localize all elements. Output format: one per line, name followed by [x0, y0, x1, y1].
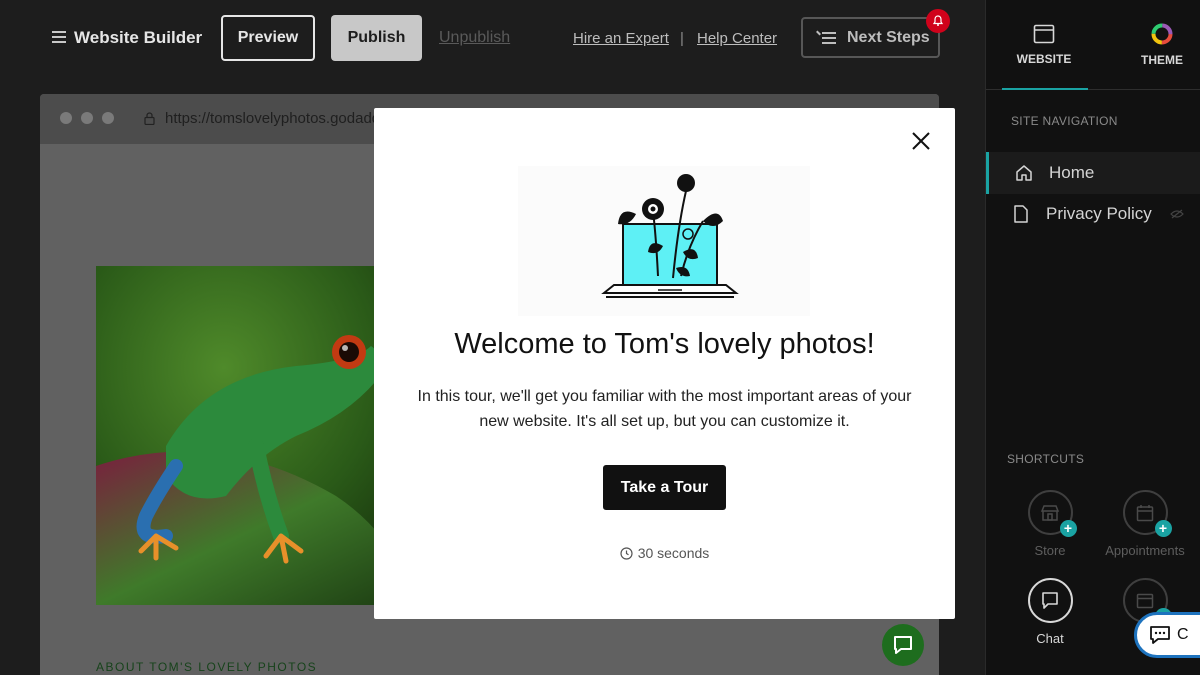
help-center-link[interactable]: Help Center — [697, 30, 777, 47]
shortcut-chat[interactable]: Chat — [1005, 578, 1095, 646]
app-title[interactable]: Website Builder — [74, 28, 202, 48]
publish-button[interactable]: Publish — [331, 15, 422, 61]
lock-icon — [144, 112, 155, 125]
notification-bell-icon[interactable] — [926, 9, 950, 33]
hire-expert-link[interactable]: Hire an Expert — [573, 30, 669, 47]
hamburger-menu-icon[interactable] — [52, 31, 66, 43]
window-dot — [81, 112, 93, 124]
chat-pill-label: C — [1177, 626, 1189, 643]
duration-label: 30 seconds — [637, 545, 710, 561]
home-icon — [1016, 165, 1032, 181]
page-icon — [1014, 205, 1028, 223]
nav-item-label: Home — [1049, 163, 1095, 182]
next-steps-label: Next Steps — [847, 28, 930, 46]
site-chat-button[interactable] — [882, 624, 924, 666]
calendar-icon — [1136, 504, 1154, 521]
chat-bubble-icon — [894, 636, 912, 654]
right-panel: WEBSITE THEME SITE NAVIGATION Home Priva… — [985, 0, 1200, 675]
window-dot — [60, 112, 72, 124]
add-plus-icon: + — [1154, 520, 1172, 537]
modal-title: Welcome to Tom's lovely photos! — [454, 328, 875, 360]
hidden-eye-icon[interactable] — [1169, 209, 1184, 219]
preview-button[interactable]: Preview — [221, 15, 315, 61]
top-bar: Website Builder Preview Publish Unpublis… — [0, 0, 985, 78]
about-heading: ABOUT TOM'S LOVELY PHOTOS — [96, 660, 318, 674]
shortcut-circle: + — [1122, 490, 1172, 537]
checklist-icon — [816, 30, 836, 45]
close-icon[interactable] — [910, 130, 932, 152]
tab-website-label: WEBSITE — [1016, 52, 1072, 66]
panel-tabs: WEBSITE THEME — [986, 0, 1200, 90]
shortcut-label: Store — [1034, 543, 1066, 558]
nav-item-privacy-policy[interactable]: Privacy Policy — [986, 193, 1200, 235]
nav-item-home[interactable]: Home — [986, 152, 1200, 194]
shortcut-appointments[interactable]: + Appointments — [1100, 490, 1190, 558]
shortcut-circle — [1027, 578, 1073, 623]
modal-description: In this tour, we'll get you familiar wit… — [417, 388, 912, 430]
hero-photo — [96, 266, 416, 605]
page-icon — [1136, 593, 1154, 608]
tab-website[interactable]: WEBSITE — [986, 0, 1102, 90]
window-dot — [102, 112, 114, 124]
tour-duration: 30 seconds — [374, 545, 955, 561]
link-separator: | — [680, 30, 684, 47]
nav-item-label: Privacy Policy — [1046, 204, 1152, 223]
color-wheel-icon — [1151, 23, 1173, 45]
add-plus-icon: + — [1059, 520, 1077, 537]
tab-theme-label: THEME — [1141, 53, 1183, 67]
chat-support-pill[interactable]: C — [1134, 612, 1200, 658]
welcome-modal: Welcome to Tom's lovely photos! In this … — [374, 108, 955, 619]
laptop-flowers-illustration — [518, 166, 810, 316]
tab-theme[interactable]: THEME — [1110, 0, 1200, 90]
chat-bubble-icon — [1042, 591, 1058, 609]
browser-window-icon — [1033, 24, 1055, 44]
take-tour-button[interactable]: Take a Tour — [603, 465, 726, 510]
next-steps-button[interactable]: Next Steps — [801, 17, 940, 58]
unpublish-link[interactable]: Unpublish — [439, 29, 510, 47]
chat-bubble-icon — [1150, 626, 1170, 644]
shortcut-label: Appointments — [1105, 543, 1185, 558]
shortcuts-title: SHORTCUTS — [1007, 452, 1085, 466]
site-navigation-title: SITE NAVIGATION — [1011, 114, 1118, 128]
shortcut-store[interactable]: + Store — [1005, 490, 1095, 558]
shortcut-circle: + — [1027, 490, 1077, 537]
shortcut-label: Chat — [1036, 631, 1064, 646]
clock-icon — [620, 546, 633, 560]
store-icon — [1040, 504, 1060, 521]
